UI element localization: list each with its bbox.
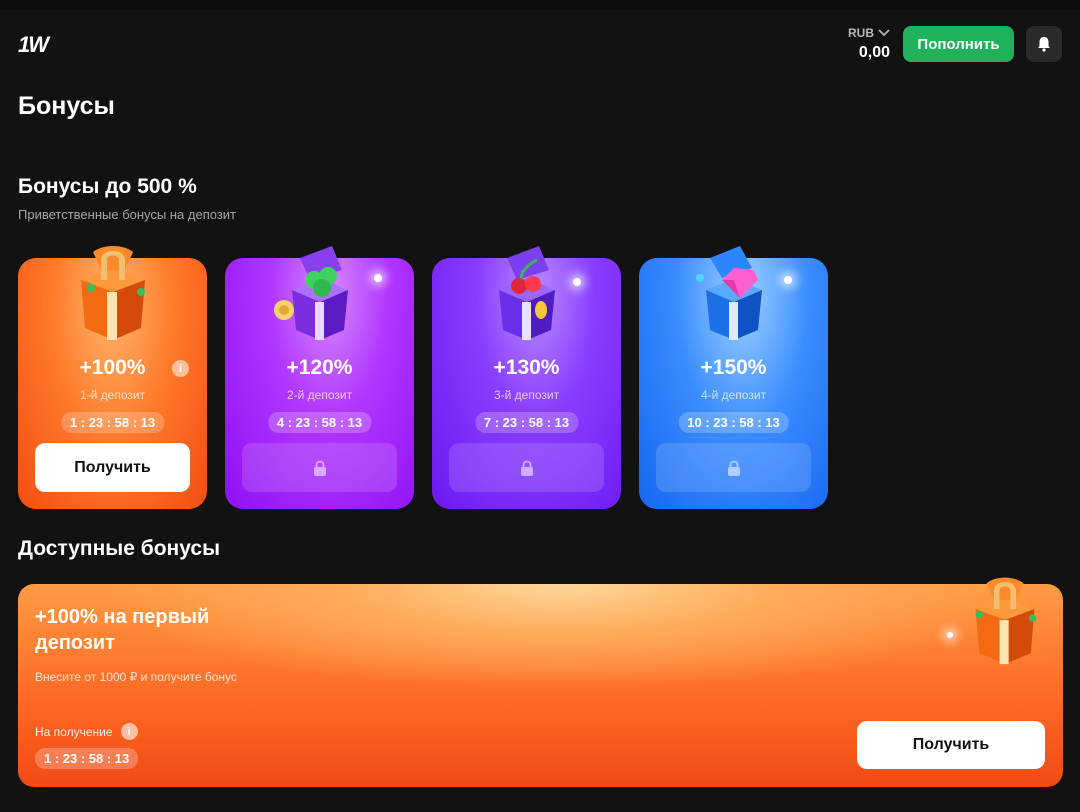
sparkle-decoration [947,632,953,638]
chevron-down-icon [878,29,890,37]
countdown-timer: 1 : 23 : 58 : 13 [60,412,165,433]
currency-label: RUB [848,26,874,40]
bonus-card-3[interactable]: +130% 3-й депозит 7 : 23 : 58 : 13 [432,246,621,509]
promo-card-first-deposit[interactable]: +100% на первый депозит Внесите от 1000 … [18,577,1063,787]
countdown-timer: 4 : 23 : 58 : 13 [267,412,372,433]
promo-title: +100% на первый депозит [35,606,210,654]
page-title: Бонусы [18,92,115,120]
balance-amount: 0,00 [858,44,890,61]
deposit-number: 4-й депозит [700,388,767,402]
orange-gift-icon [975,577,1037,665]
get-bonus-button[interactable]: Получить [857,721,1045,769]
blue-gift-diamond-icon [695,246,762,340]
countdown-timer: 1 : 23 : 58 : 13 [35,748,139,769]
top-strip [0,0,1080,10]
locked-button [656,443,811,492]
bonus-percent: +130% [493,356,560,379]
orange-gift-icon [80,246,145,340]
info-icon[interactable]: i [172,360,189,377]
deposit-number: 1-й депозит [79,388,146,402]
sparkle-decoration [374,274,382,282]
bonus-percent: +120% [286,356,353,379]
purple-gift-cherry-icon [498,246,555,340]
sparkle-decoration [784,276,792,284]
info-icon[interactable]: i [120,723,138,740]
lock-icon [520,460,533,476]
lock-icon [313,460,326,476]
balance-block[interactable]: RUB 0,00 [848,26,890,62]
bonus-card-1[interactable]: +100% i 1-й депозит 1 : 23 : 58 : 13 Пол… [18,246,207,509]
get-bonus-button[interactable]: Получить [35,443,190,492]
currency-selector[interactable]: RUB [848,26,890,40]
available-bonuses-title: Доступные бонусы [18,537,221,560]
countdown-timer: 7 : 23 : 58 : 13 [474,412,579,433]
locked-button [242,443,397,492]
welcome-bonuses-subtitle: Приветственные бонусы на депозит [18,207,236,222]
logo[interactable]: 1W [18,32,49,57]
deposit-number: 2-й депозит [286,388,353,402]
bonus-percent: +150% [700,356,767,379]
logo-text: 1W [18,32,49,57]
bell-icon [1038,37,1050,52]
welcome-bonuses-title: Бонусы до 500 % [18,175,197,198]
deposit-button[interactable]: Пополнить [903,26,1014,62]
bonus-card-4[interactable]: +150% 4-й депозит 10 : 23 : 58 : 13 [639,246,828,509]
receive-label: На получение [35,724,113,739]
receive-label-row: На получение i [35,723,138,740]
notifications-button[interactable] [1026,26,1062,62]
deposit-number: 3-й депозит [493,388,560,402]
countdown-timer: 10 : 23 : 58 : 13 [678,412,789,433]
locked-button [449,443,604,492]
purple-gift-clover-icon [273,246,348,340]
promo-description: Внесите от 1000 ₽ и получите бонус [35,670,237,684]
header: 1W RUB 0,00 Пополнить [0,10,1080,78]
lock-icon [727,460,740,476]
bonus-card-2[interactable]: +120% 2-й депозит 4 : 23 : 58 : 13 [225,246,414,509]
